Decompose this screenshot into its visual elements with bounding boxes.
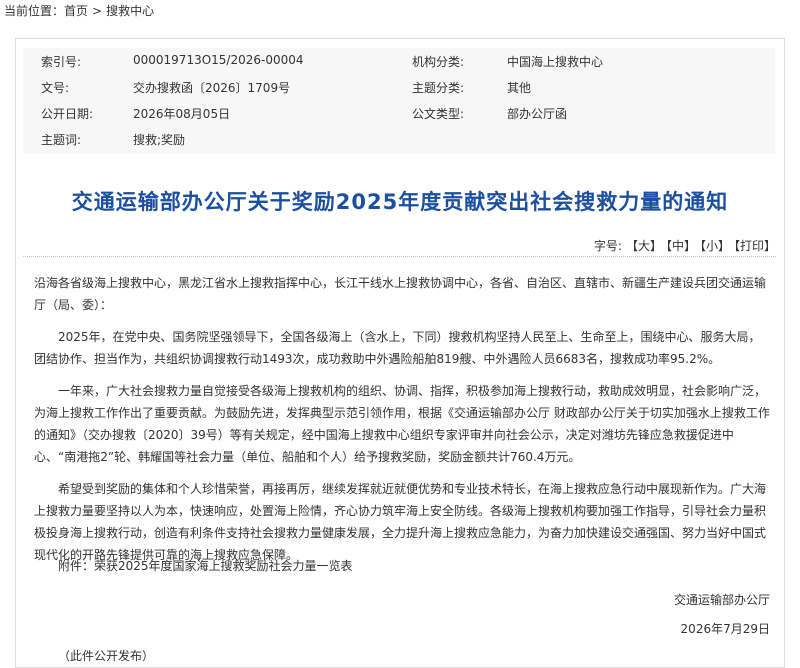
index-value: 000019713O15/2026-00004	[133, 53, 304, 67]
doc-label: 文号:	[41, 81, 70, 95]
topic-value: 其他	[507, 81, 532, 95]
paragraph-1: 2025年，在党中央、国务院坚强领导下，全国各级海上（含水上，下同）搜救机构坚持…	[34, 330, 761, 366]
type-value: 部办公厅函	[507, 107, 568, 121]
breadcrumb-separator: >	[92, 4, 103, 18]
attachment: 附件：荣获2025年度国家海上搜救奖励社会力量一览表	[58, 557, 353, 574]
breadcrumb: 当前位置：首页 > 搜救中心	[0, 0, 800, 22]
page-title: 交通运输部办公厅关于奖励2025年度贡献突出社会搜救力量的通知	[71, 190, 729, 214]
type-label: 公文类型:	[412, 107, 465, 121]
font-size-toolbar: 字号: 【大】 【中】 【小】 【打印】	[594, 237, 776, 254]
divider	[23, 256, 776, 257]
font-size-label: 字号:	[593, 239, 622, 253]
font-medium-button[interactable]: 【中】	[666, 239, 696, 253]
breadcrumb-label: 当前位置：	[4, 4, 65, 18]
keywords-value: 搜救;奖励	[133, 133, 186, 147]
date-value: 2026年08月05日	[133, 107, 231, 121]
addressee: 沿海各省级海上搜救中心，黑龙江省水上搜救指挥中心，长江干线水上搜救协调中心，各省…	[34, 276, 767, 312]
metadata-table: 索引号: 000019713O15/2026-00004 机构分类: 中国海上搜…	[23, 48, 775, 154]
metadata-row-doc: 文号: 交办搜救函〔2026〕1709号 主题分类: 其他	[23, 79, 775, 105]
metadata-row-index: 索引号: 000019713O15/2026-00004 机构分类: 中国海上搜…	[23, 53, 775, 79]
date-label: 公开日期:	[41, 107, 94, 121]
article-body: 沿海各省级海上搜救中心，黑龙江省水上搜救指挥中心，长江干线水上搜救协调中心，各省…	[34, 272, 772, 576]
org-value: 中国海上搜救中心	[507, 55, 604, 69]
org-label: 机构分类:	[412, 55, 465, 69]
breadcrumb-current-link[interactable]: 搜救中心	[106, 4, 154, 18]
keywords-label: 主题词:	[41, 133, 82, 147]
breadcrumb-home-link[interactable]: 首页	[64, 4, 88, 18]
print-button[interactable]: 【打印】	[734, 239, 776, 253]
font-large-button[interactable]: 【大】	[626, 239, 662, 253]
sign-date: 2026年7月29日	[680, 622, 770, 636]
attachment-link[interactable]: 荣获2025年度国家海上搜救奖励社会力量一览表	[94, 559, 353, 573]
paragraph-2: 一年来，广大社会搜救力量自觉接受各级海上搜救机构的组织、协调、指挥，积极参加海上…	[34, 384, 770, 464]
attachment-label: 附件：	[58, 559, 95, 573]
font-small-button[interactable]: 【小】	[700, 239, 730, 253]
metadata-row-date: 公开日期: 2026年08月05日 公文类型: 部办公厅函	[23, 105, 775, 131]
doc-value: 交办搜救函〔2026〕1709号	[133, 81, 291, 95]
topic-label: 主题分类:	[412, 81, 465, 95]
paragraph-3: 希望受到奖励的集体和个人珍惜荣誉，再接再厉，继续发挥就近就便优势和专业技术特长，…	[34, 482, 767, 562]
metadata-row-keywords: 主题词: 搜救;奖励	[23, 131, 775, 157]
index-label: 索引号:	[41, 55, 82, 69]
publication-note: （此件公开发布）	[58, 649, 155, 663]
signer: 交通运输部办公厅	[673, 593, 770, 607]
